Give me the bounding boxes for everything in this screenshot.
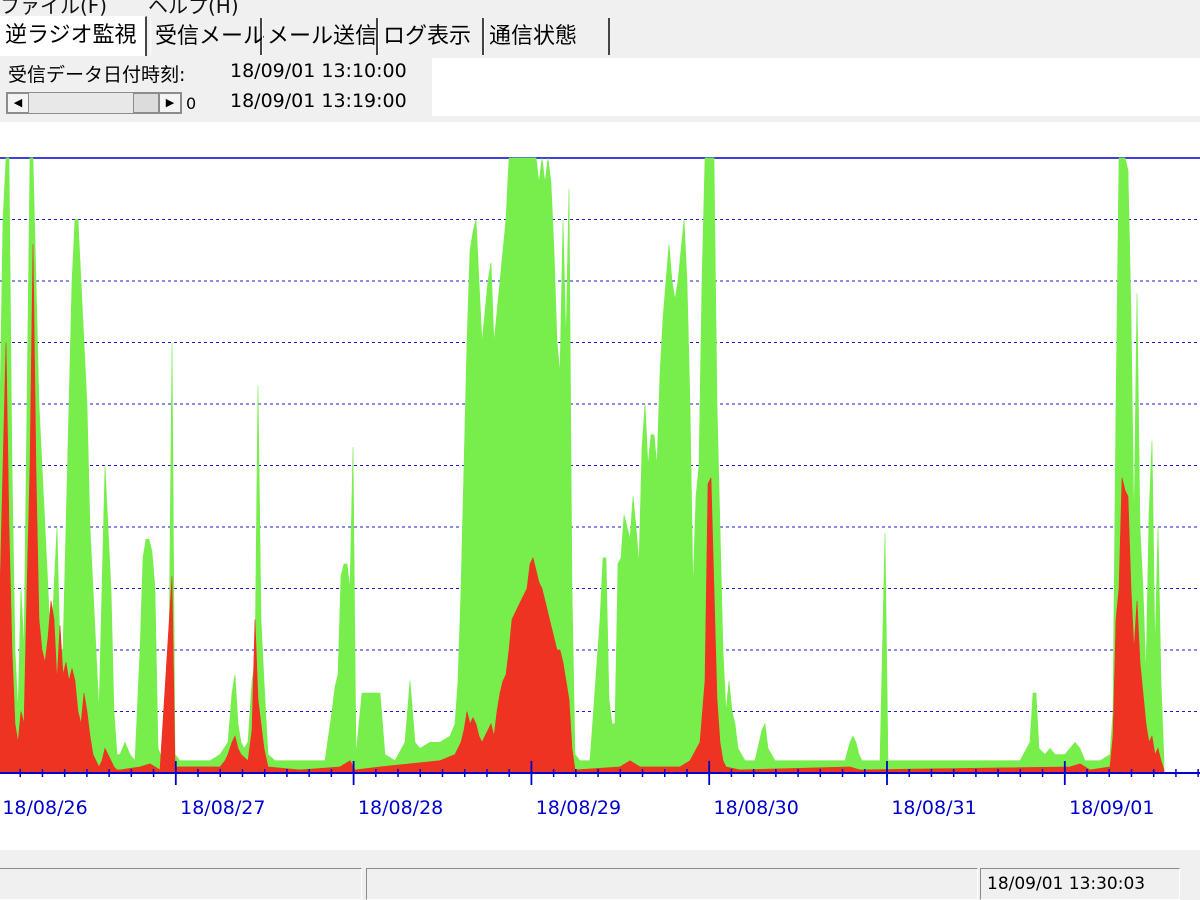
tab-communication-status[interactable]: 通信状態	[484, 18, 610, 55]
menu-help[interactable]: ヘルプ(H)	[148, 0, 239, 16]
chart-area: 18/08/26 18/08/27 18/08/28 18/08/29 18/08/30…	[0, 122, 1200, 850]
info-panel: 受信データ日付時刻: 18/09/01 13:10:00 ◀ ▶ 0 18/09…	[0, 56, 1200, 122]
status-bar: 18/09/01 13:30:03	[0, 850, 1200, 900]
monitor-chart: 18/08/26 18/08/27 18/08/28 18/08/29 18/08/30…	[0, 157, 1200, 819]
scroll-left-button[interactable]: ◀	[7, 93, 29, 113]
x-tick-label: 18/08/29	[536, 797, 621, 819]
info-blank-area	[432, 58, 1200, 116]
tab-log-view[interactable]: ログ表示	[378, 18, 484, 55]
received-data-label: 受信データ日付時刻:	[8, 64, 186, 86]
menu-file[interactable]: ファイル(F)	[0, 0, 107, 16]
scroll-value: 0	[186, 94, 197, 113]
received-data-time: 18/09/01 13:10:00	[230, 60, 407, 82]
tab-received-mail[interactable]: 受信メール	[150, 18, 265, 55]
x-tick-label: 18/09/01	[1069, 797, 1154, 819]
x-tick-label: 18/08/27	[180, 797, 265, 819]
time-scrollbar[interactable]: ◀ ▶	[6, 92, 182, 114]
status-panel-2	[366, 868, 978, 900]
tab-send-mail[interactable]: メール送信	[262, 18, 378, 55]
x-tick-label: 18/08/28	[358, 797, 443, 819]
tab-reverse-radio-monitor[interactable]: 逆ラジオ監視	[0, 16, 147, 56]
scroll-thumb[interactable]	[133, 93, 159, 113]
x-tick-label: 18/08/31	[891, 797, 976, 819]
status-time: 18/09/01 13:30:03	[980, 868, 1180, 900]
scroll-right-button[interactable]: ▶	[159, 93, 181, 113]
second-time: 18/09/01 13:19:00	[230, 90, 407, 112]
tab-bar: 逆ラジオ監視 受信メール メール送信 ログ表示 通信状態	[0, 16, 1200, 56]
x-tick-label: 18/08/26	[2, 797, 87, 819]
menu-bar: ファイル(F) ヘルプ(H)	[0, 0, 1200, 16]
x-tick-label: 18/08/30	[714, 797, 799, 819]
status-panel-1	[0, 868, 362, 900]
